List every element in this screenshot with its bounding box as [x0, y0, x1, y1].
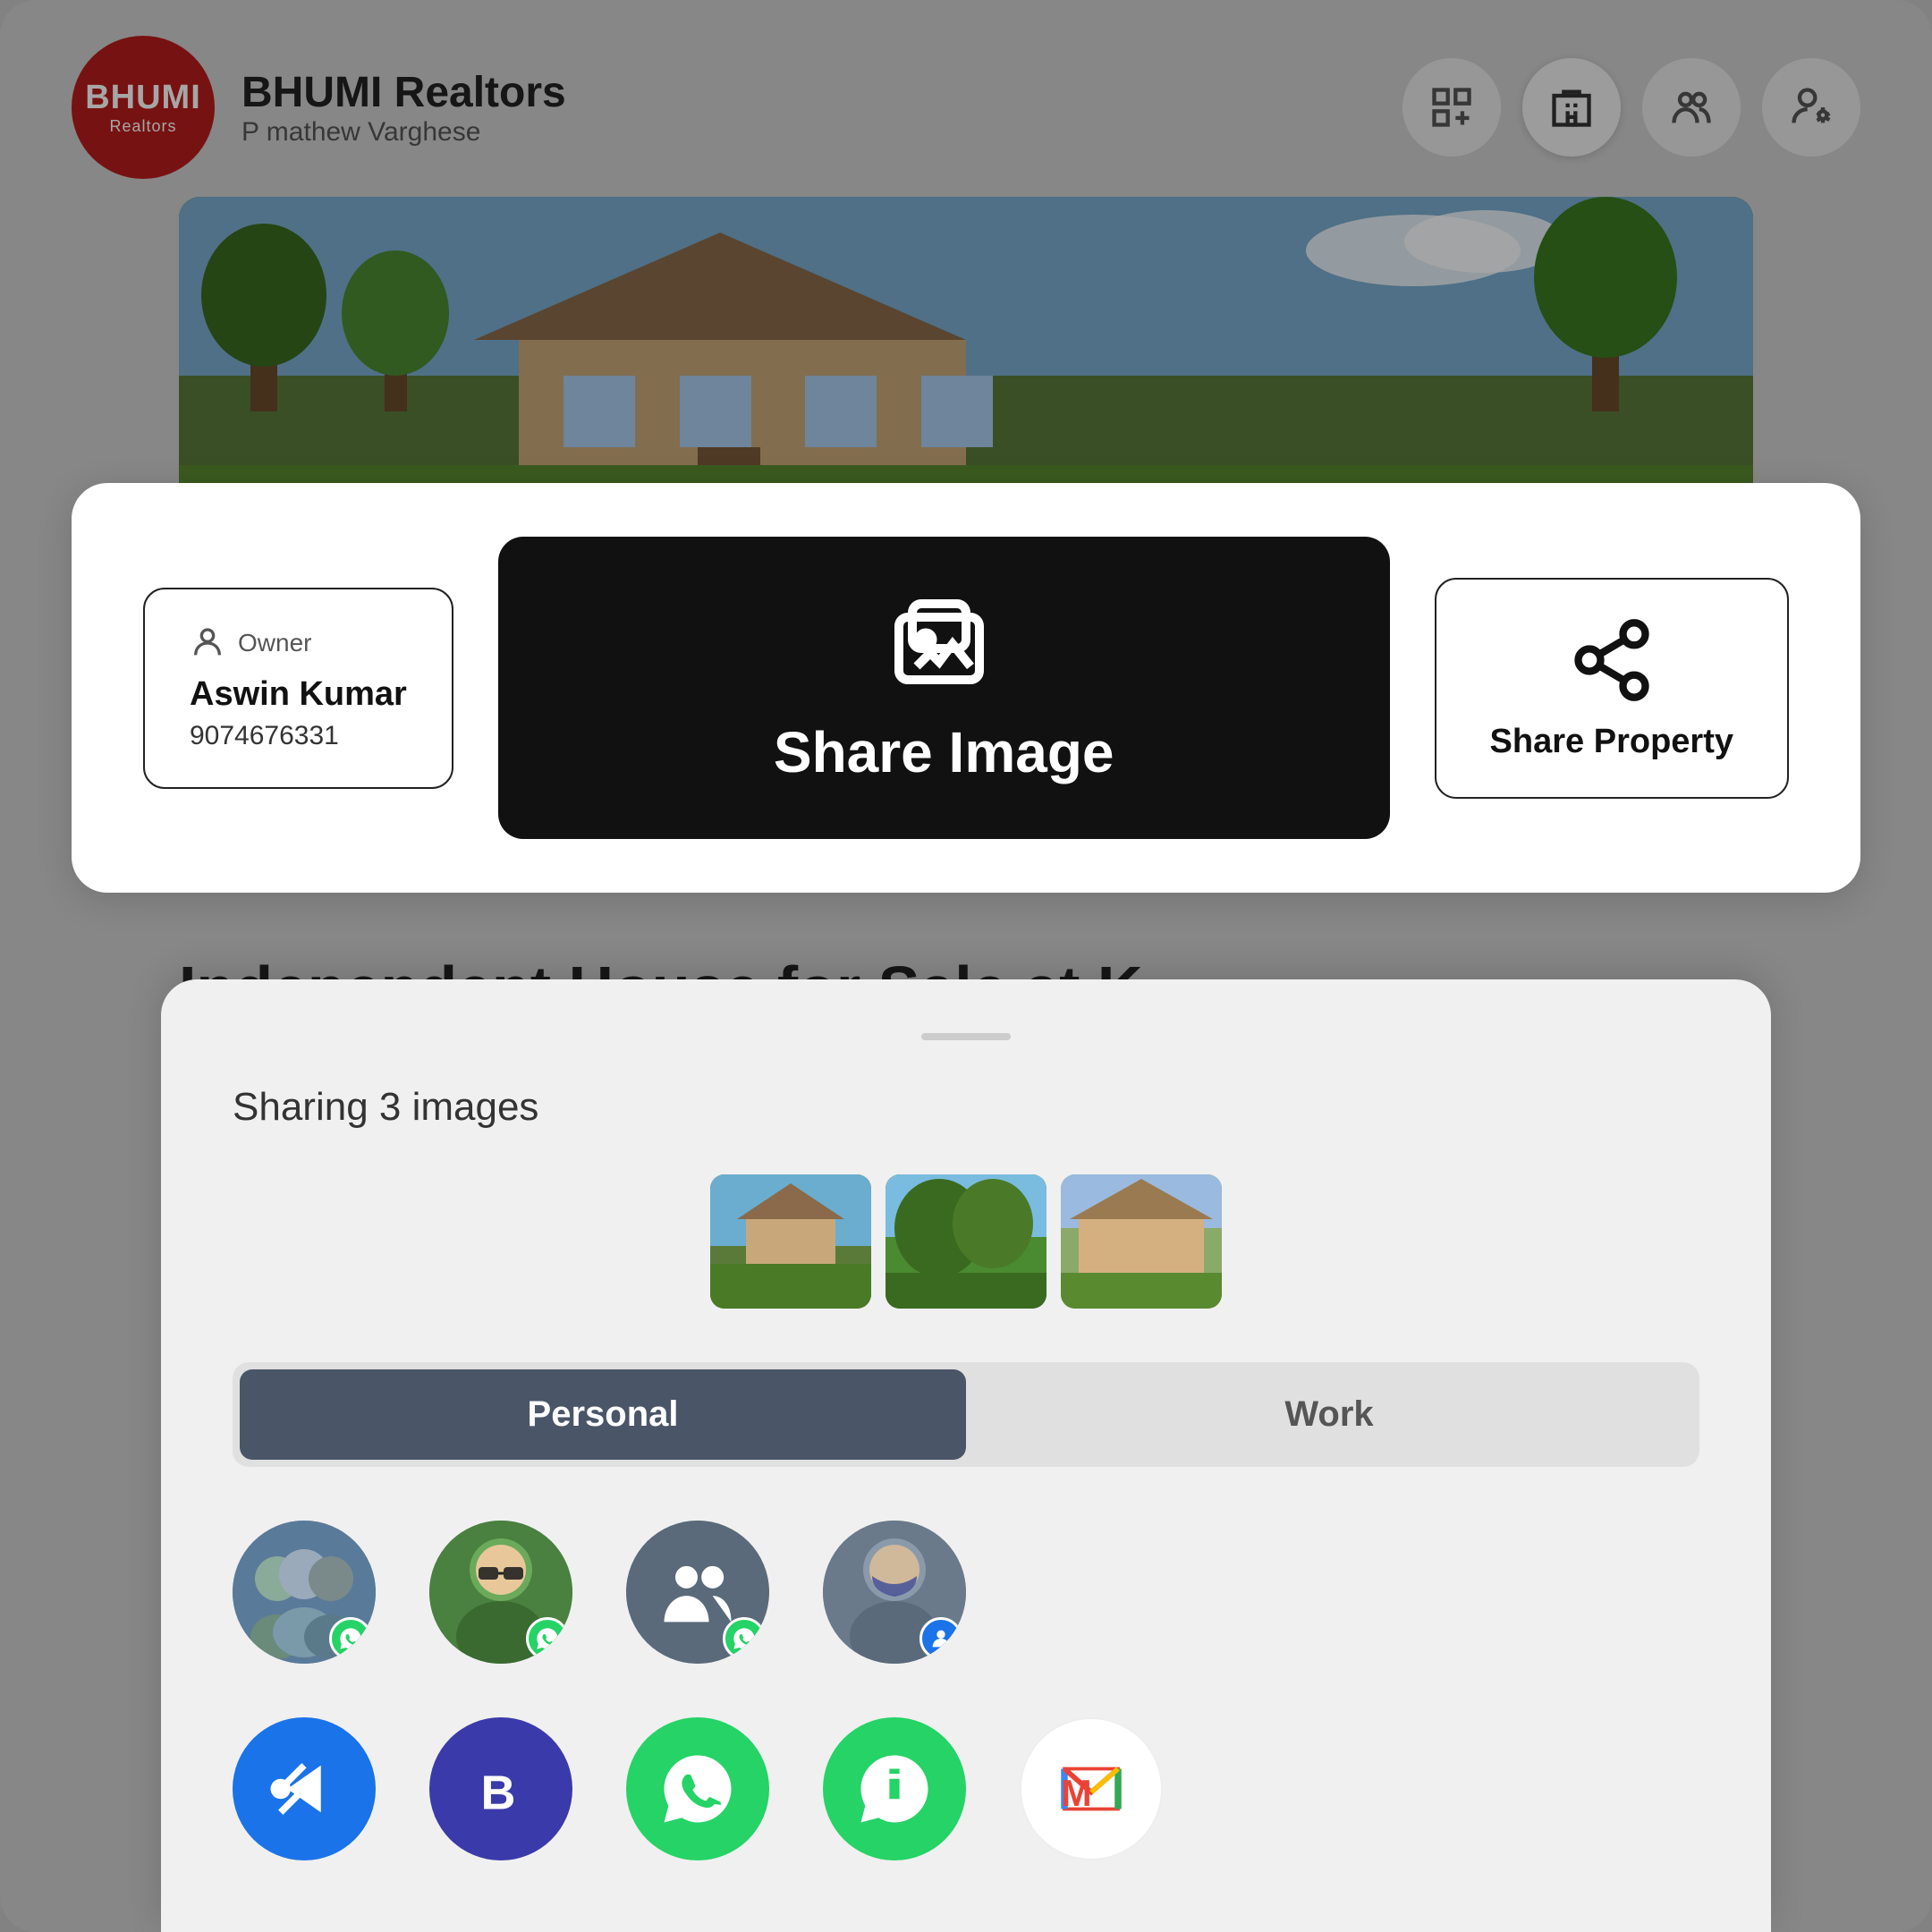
sheet-handle[interactable]	[921, 1033, 1011, 1040]
tab-work[interactable]: Work	[966, 1369, 1692, 1460]
action-card: Owner Aswin Kumar 9074676331 Share Image…	[72, 483, 1860, 893]
owner-label-row: Owner	[190, 625, 407, 661]
share-property-button[interactable]: Share Property	[1435, 578, 1789, 799]
share-sheet: Sharing 3 images	[161, 979, 1771, 1932]
whatsapp-badge-1	[329, 1617, 372, 1660]
whatsapp-badge-2	[526, 1617, 569, 1660]
share-thumb-3	[1061, 1174, 1222, 1309]
share-thumb-2	[886, 1174, 1046, 1309]
whatsapp-app-icon[interactable]	[626, 1717, 769, 1860]
owner-phone: 9074676331	[190, 721, 407, 751]
apps-row: B M	[233, 1717, 1699, 1860]
person-icon	[190, 625, 225, 661]
whatsapp-business-app-icon[interactable]	[823, 1717, 966, 1860]
share-image-label: Share Image	[774, 719, 1114, 785]
owner-label: Owner	[238, 629, 311, 657]
contact-4[interactable]	[823, 1521, 966, 1664]
contact-3[interactable]	[626, 1521, 769, 1664]
tab-row: Personal Work	[233, 1362, 1699, 1467]
blue-badge-4	[919, 1617, 962, 1660]
svg-text:M: M	[1061, 1773, 1091, 1814]
share-property-icon	[1567, 615, 1657, 705]
beacon-app-icon[interactable]: B	[429, 1717, 572, 1860]
owner-name: Aswin Kumar	[190, 675, 407, 714]
owner-card: Owner Aswin Kumar 9074676331	[143, 588, 453, 789]
share-image-button[interactable]: Share Image	[498, 537, 1390, 839]
contact-2[interactable]	[429, 1521, 572, 1664]
contact-1[interactable]	[233, 1521, 376, 1664]
share-thumb-1	[710, 1174, 871, 1309]
tab-personal[interactable]: Personal	[240, 1369, 966, 1460]
share-sheet-title: Sharing 3 images	[233, 1085, 1699, 1130]
svg-text:B: B	[481, 1767, 516, 1820]
share-image-icon	[890, 590, 997, 698]
share-property-label: Share Property	[1490, 723, 1733, 761]
share-app-icon[interactable]	[233, 1717, 376, 1860]
contacts-row	[233, 1521, 1699, 1664]
share-images-row	[233, 1174, 1699, 1309]
gmail-app-icon[interactable]: M	[1020, 1717, 1163, 1860]
contacts-badge-3	[723, 1617, 766, 1660]
